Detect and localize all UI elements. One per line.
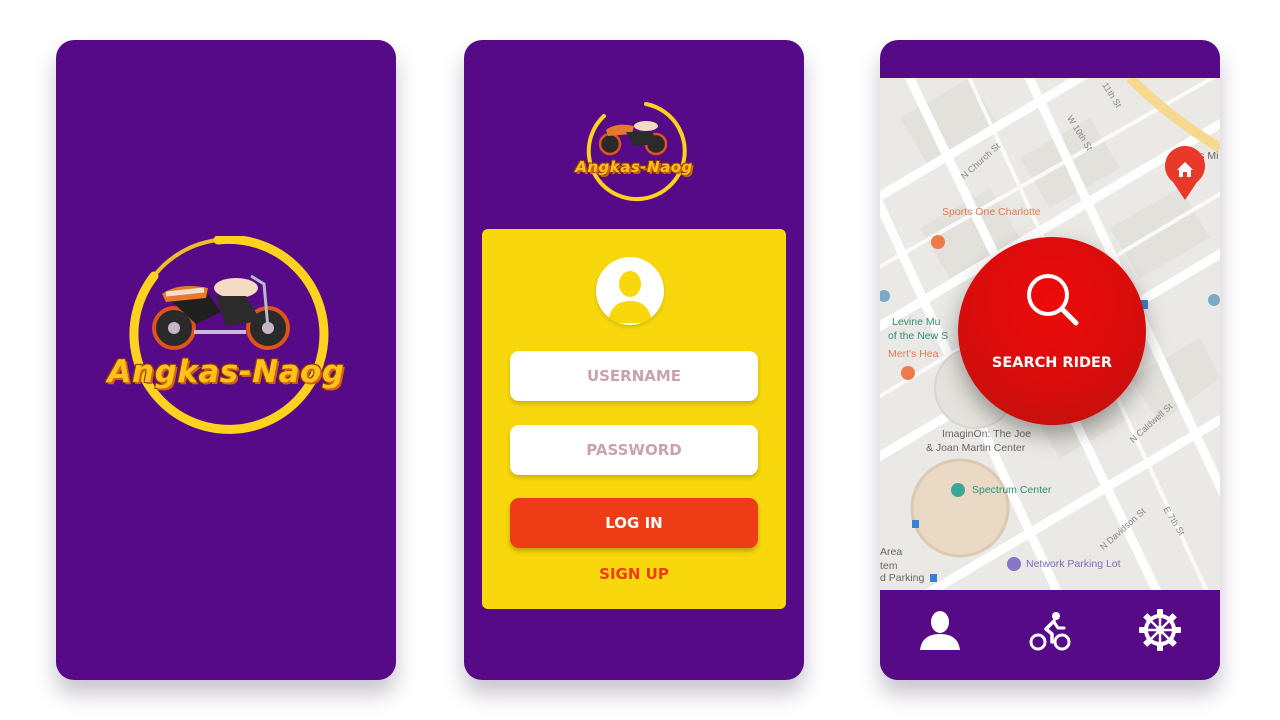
login-button[interactable]: LOG IN bbox=[510, 498, 758, 548]
map-label: Spectrum Center bbox=[972, 484, 1052, 496]
search-rider-label: SEARCH RIDER bbox=[991, 355, 1113, 371]
profile-icon[interactable] bbox=[918, 608, 962, 652]
brand-logo: Angkas-Naog bbox=[96, 236, 356, 436]
map-label: Mert's Hea bbox=[888, 348, 939, 360]
splash-screen: Angkas-Naog bbox=[56, 40, 396, 680]
username-input[interactable] bbox=[510, 351, 758, 401]
signup-link[interactable]: SIGN UP bbox=[482, 565, 786, 583]
map-label: ImaginOn: The Joe bbox=[942, 428, 1032, 440]
map-label: Network Parking Lot bbox=[1026, 558, 1121, 570]
search-rider-button[interactable]: SEARCH RIDER bbox=[958, 237, 1146, 425]
settings-icon[interactable] bbox=[1138, 608, 1182, 652]
login-card: LOG IN SIGN UP bbox=[482, 229, 786, 609]
bottom-nav bbox=[880, 590, 1220, 680]
map-label: & Joan Martin Center bbox=[926, 442, 1026, 454]
mockup-stage: Angkas-Naog Angkas-Naog USERNAME LOG IN … bbox=[0, 0, 1280, 720]
user-avatar-icon bbox=[608, 271, 652, 323]
map-screen: Sports One Charlotte Levine Mu of the Ne… bbox=[880, 40, 1220, 680]
brand-logo-text: Angkas-Naog bbox=[107, 354, 345, 390]
login-screen: Angkas-Naog LOG IN SIGN UP bbox=[464, 40, 804, 680]
map-label: of the New S bbox=[888, 330, 949, 342]
map-label: d Parking bbox=[880, 572, 925, 584]
map-label: tem bbox=[880, 560, 898, 572]
brand-logo-small: Angkas-Naog bbox=[564, 96, 704, 206]
cyclist-icon[interactable] bbox=[1028, 608, 1072, 652]
map-label: Levine Mu bbox=[892, 316, 941, 328]
search-icon bbox=[1027, 274, 1079, 326]
password-input[interactable] bbox=[510, 425, 758, 475]
brand-logo-small-text: Angkas-Naog bbox=[575, 158, 693, 176]
map-label: Sports One Charlotte bbox=[942, 206, 1041, 218]
map-label: Area bbox=[880, 546, 903, 558]
avatar bbox=[596, 257, 664, 325]
